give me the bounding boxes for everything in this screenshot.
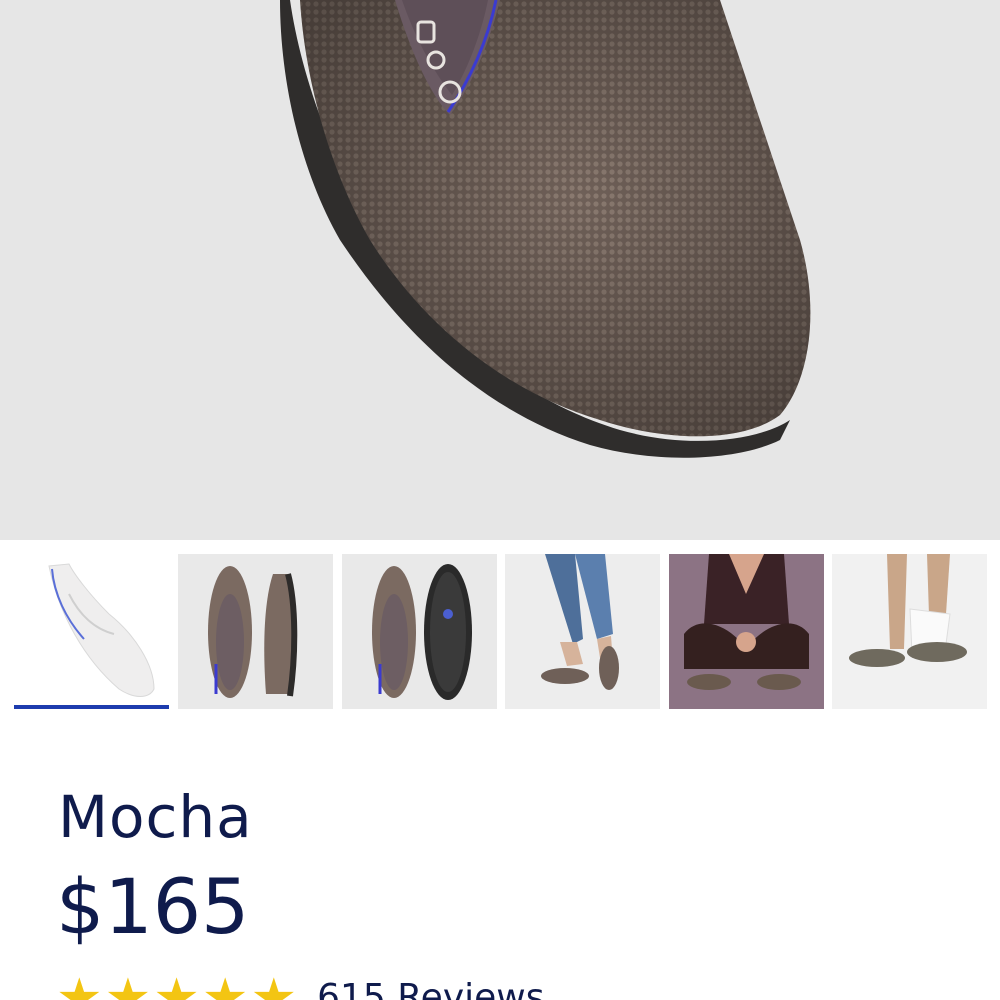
star-icon: ★ <box>56 968 103 1000</box>
star-icon: ★ <box>201 968 249 1000</box>
reviews-count-link[interactable]: 615 Reviews <box>317 978 544 1000</box>
thumbnail-model-seated[interactable] <box>669 554 824 709</box>
rating-row[interactable]: ★ ★ ★ ★ ★ 615 Reviews <box>56 968 544 1000</box>
thumbnail-white-shoe[interactable] <box>14 554 169 709</box>
star-icon: ★ <box>250 968 298 1000</box>
product-page: Mocha $165 ★ ★ ★ ★ ★ 615 Reviews <box>0 0 1000 1000</box>
hero-image[interactable] <box>0 0 1000 540</box>
two-pairs-image <box>849 554 967 667</box>
thumbnail-mocha-top-side[interactable] <box>178 554 333 709</box>
star-icon: ★ <box>153 968 200 1000</box>
thumbnail-model-jeans[interactable] <box>505 554 660 709</box>
white-shoe-image <box>48 563 155 697</box>
mocha-top-side-image <box>208 566 298 698</box>
model-seated-image <box>669 554 824 709</box>
shoe-closeup-image <box>280 0 811 458</box>
product-name: Mocha <box>58 783 253 851</box>
star-icon: ★ <box>104 968 152 1000</box>
mocha-top-sole-image <box>372 564 472 700</box>
thumbnail-two-pairs[interactable] <box>832 554 987 709</box>
thumbnail-mocha-top-sole[interactable] <box>342 554 497 709</box>
thumbnail-strip <box>14 554 994 710</box>
model-jeans-image <box>541 554 619 690</box>
product-price: $165 <box>56 862 250 951</box>
